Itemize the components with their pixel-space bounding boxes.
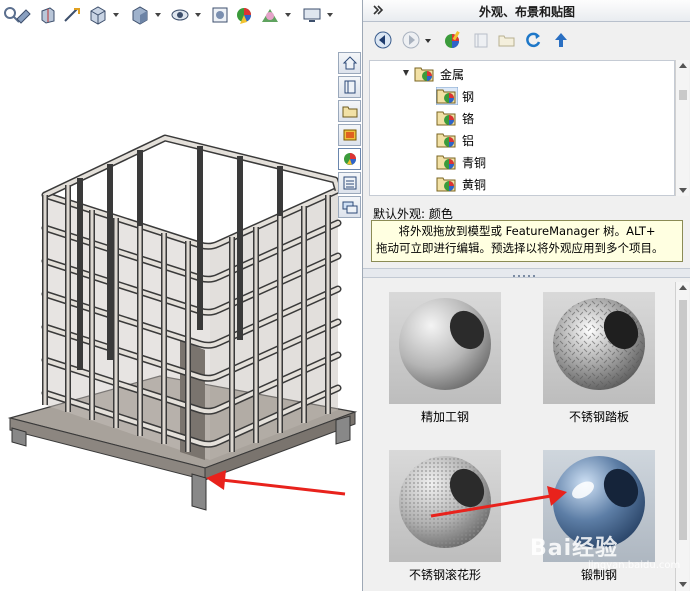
forward-icon[interactable] xyxy=(401,30,421,50)
tab-view-palette[interactable] xyxy=(338,124,361,146)
chat-icon xyxy=(342,201,358,214)
tree-item-label: 黄铜 xyxy=(462,177,487,192)
library-icon xyxy=(344,80,356,94)
tree-item-label: 铝 xyxy=(462,133,475,148)
heads-up-view-toolbar xyxy=(0,0,362,30)
tree-item-metal[interactable]: 金属 xyxy=(414,63,464,85)
view-palette-icon xyxy=(343,129,357,141)
appearance-add-icon[interactable] xyxy=(443,30,463,50)
appearance-folder-icon xyxy=(436,87,458,105)
tree-item-aluminum[interactable]: 铝 xyxy=(436,129,474,151)
tree-expanded-arrow-icon[interactable] xyxy=(402,69,410,77)
scene-icon[interactable] xyxy=(260,5,280,25)
dynamic-annotation-icon[interactable] xyxy=(62,5,82,25)
edit-appearance-icon[interactable] xyxy=(210,5,230,25)
apply-scene-icon[interactable] xyxy=(234,5,254,25)
chevron-down-icon[interactable] xyxy=(154,11,162,19)
hint-line-1: 将外观拖放到模型或 FeatureManager 树。ALT+ xyxy=(398,224,656,238)
tab-custom-properties[interactable] xyxy=(338,172,361,194)
material-ball-thumbnail xyxy=(389,292,501,404)
previous-view-icon[interactable] xyxy=(14,5,34,25)
hint-line-2: 拖动可立即进行编辑。预选择以将外观应用到多个项目。 xyxy=(376,241,664,255)
chevron-down-icon[interactable] xyxy=(194,11,202,19)
tab-file-explorer[interactable] xyxy=(338,100,361,122)
folder-icon xyxy=(342,106,358,118)
chevron-down-icon[interactable] xyxy=(284,11,292,19)
appearance-ball-icon xyxy=(344,153,356,165)
panel-title: 外观、布景和贴图 xyxy=(478,5,575,19)
properties-icon xyxy=(343,176,357,190)
watermark-subtext: jingyan.baidu.com xyxy=(588,560,681,571)
tree-item-chrome[interactable]: 铬 xyxy=(436,107,474,129)
chevron-down-icon[interactable] xyxy=(326,11,334,19)
back-icon[interactable] xyxy=(373,30,393,50)
gallery-scrollbar[interactable] xyxy=(675,282,689,591)
cage-model[interactable] xyxy=(0,30,362,591)
tree-item-brass[interactable]: 黄铜 xyxy=(436,173,486,195)
tree-item-label: 铬 xyxy=(462,111,475,126)
appearance-folder-icon xyxy=(436,111,456,126)
tab-resources[interactable] xyxy=(338,52,361,74)
tree-item-bronze[interactable]: 青铜 xyxy=(436,151,486,173)
view-orientation-icon[interactable] xyxy=(88,5,108,25)
tree-item-label: 金属 xyxy=(440,67,465,82)
tree-item-steel[interactable]: 钢 xyxy=(436,85,474,107)
gallery-item-label: 不锈钢滚花形 xyxy=(408,568,481,582)
red-arrow-annotation xyxy=(430,486,567,518)
tree-scrollbar[interactable] xyxy=(675,60,689,196)
tab-forum[interactable] xyxy=(338,196,361,218)
appearance-folder-icon xyxy=(414,67,434,82)
panel-title-bar: 外观、布景和贴图 xyxy=(363,0,690,22)
display-style-icon[interactable] xyxy=(130,5,150,25)
hide-show-items-icon[interactable] xyxy=(170,5,190,25)
view-settings-icon[interactable] xyxy=(302,5,322,25)
watermark-text: Bai经验 xyxy=(530,536,619,561)
panel-toolbar xyxy=(363,22,690,58)
chevron-down-icon[interactable] xyxy=(112,11,120,19)
hint-tooltip: 将外观拖放到模型或 FeatureManager 树。ALT+ 拖动可立即进行编… xyxy=(371,220,683,262)
home-icon xyxy=(342,56,358,70)
appearance-folder-icon xyxy=(436,177,456,192)
material-ball-thumbnail xyxy=(543,292,655,404)
add-to-library-icon[interactable] xyxy=(471,30,491,50)
appearance-tree: 金属 钢 铬 铝 青铜 黄铜 xyxy=(369,60,675,196)
tree-item-label: 青铜 xyxy=(462,155,487,170)
chevron-down-icon[interactable] xyxy=(423,30,433,50)
graphics-area[interactable] xyxy=(0,0,362,591)
refresh-icon[interactable] xyxy=(523,30,543,50)
section-view-icon[interactable] xyxy=(38,5,58,25)
gallery-item-label: 不锈钢踏板 xyxy=(568,410,629,424)
task-pane-tabs xyxy=(336,50,362,225)
up-arrow-icon[interactable] xyxy=(551,30,571,50)
add-folder-icon[interactable] xyxy=(497,30,517,50)
appearances-task-pane: 外观、布景和贴图 金属 钢 铬 铝 青铜 黄铜 默认外观: 颜色 将外观拖放到模… xyxy=(362,0,690,591)
tree-item-label: 钢 xyxy=(462,89,475,104)
gallery-item-label: 精加工钢 xyxy=(420,410,469,424)
watermark: Bai经验 jingyan.baidu.com xyxy=(530,530,680,571)
tab-appearances-scenes[interactable] xyxy=(338,148,361,170)
appearance-folder-icon xyxy=(436,155,456,170)
appearance-folder-icon xyxy=(436,133,456,148)
pane-splitter[interactable] xyxy=(363,268,690,278)
tab-design-library[interactable] xyxy=(338,76,361,98)
